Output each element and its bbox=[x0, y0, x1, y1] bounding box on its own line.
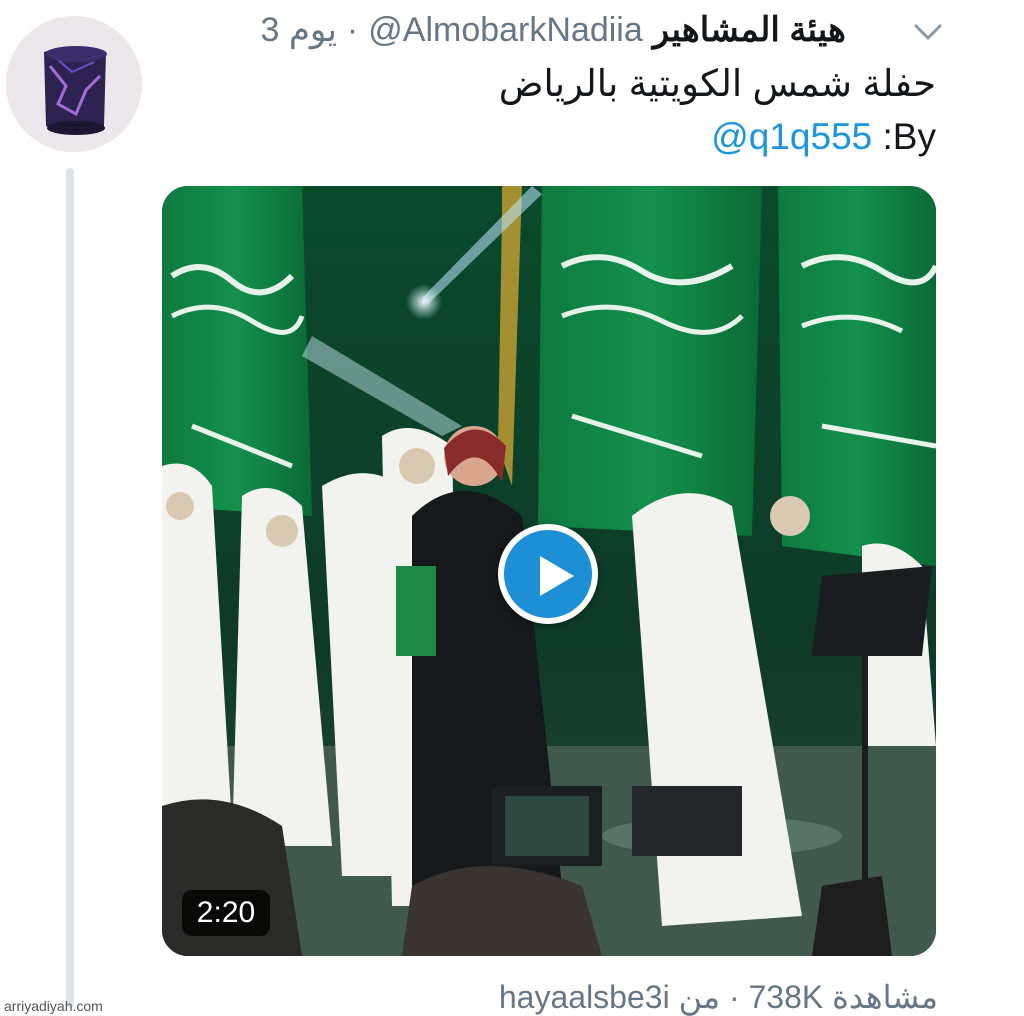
tweet-byline: @q1q555 :By bbox=[711, 116, 936, 158]
separator-dot: · bbox=[346, 11, 359, 49]
mention-link[interactable]: @q1q555 bbox=[711, 116, 872, 157]
by-label: :By bbox=[882, 116, 936, 157]
avatar-image bbox=[6, 16, 142, 152]
video-duration: 2:20 bbox=[182, 890, 270, 936]
tweet-time[interactable]: 3 يوم bbox=[260, 10, 336, 50]
play-icon[interactable] bbox=[498, 524, 598, 624]
view-count: مشاهدة 738K · من hayaalsbe3i bbox=[498, 979, 938, 1015]
user-handle[interactable]: @AlmobarkNadiia bbox=[368, 11, 643, 50]
watermark: arriyadiyah.com bbox=[4, 998, 103, 1014]
avatar[interactable] bbox=[6, 16, 142, 152]
tweet-text: حفلة شمس الكويتية بالرياض bbox=[498, 63, 936, 104]
display-name[interactable]: هيئة المشاهير bbox=[653, 10, 846, 50]
tweet-header: هيئة المشاهير @AlmobarkNadiia · 3 يوم bbox=[160, 10, 846, 58]
chevron-down-icon[interactable] bbox=[912, 18, 944, 46]
video-player[interactable]: 2:20 bbox=[162, 186, 936, 956]
thread-line bbox=[66, 168, 74, 1008]
